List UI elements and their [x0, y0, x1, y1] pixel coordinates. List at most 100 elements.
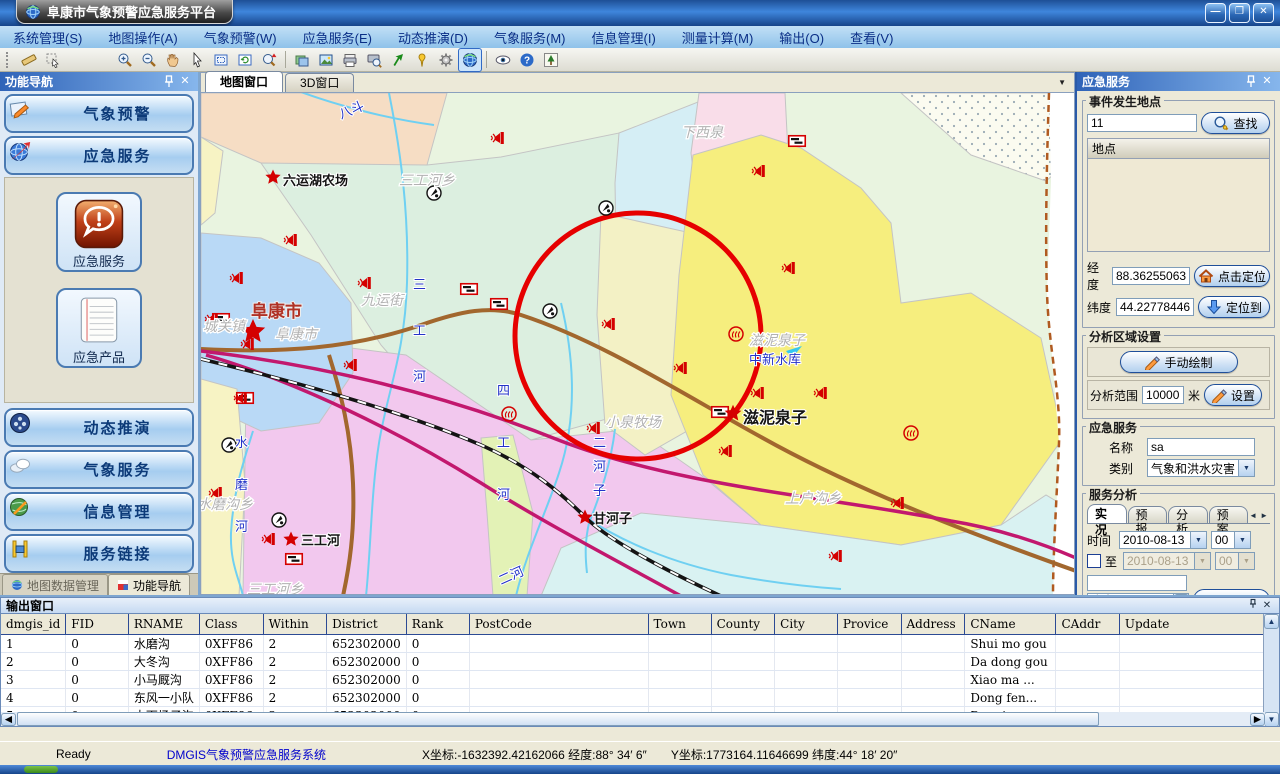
menu-item[interactable]: 查看(V)	[837, 28, 906, 47]
right-panel-pin-icon[interactable]	[1243, 74, 1259, 89]
restore-button[interactable]: ❐	[1229, 3, 1250, 23]
chevron-down-icon[interactable]: ▼	[1234, 532, 1250, 548]
longitude-input[interactable]	[1112, 267, 1190, 285]
table-horizontal-scrollbar[interactable]: ◄ ►	[1, 712, 1265, 726]
print-icon[interactable]	[338, 48, 362, 72]
warning-flag-icon[interactable]	[491, 299, 508, 310]
manual-draw-button[interactable]: 手动绘制	[1120, 351, 1238, 373]
column-header-County[interactable]: County	[711, 614, 775, 635]
column-header-Rank[interactable]: Rank	[406, 614, 469, 635]
refresh-icon[interactable]	[233, 48, 257, 72]
select-box-2-icon[interactable]	[65, 48, 89, 72]
hour-select[interactable]: 00▼	[1211, 531, 1251, 549]
scroll-up-icon[interactable]: ▲	[1264, 614, 1279, 629]
column-header-RNAME[interactable]: RNAME	[128, 614, 199, 635]
scroll-down-icon[interactable]: ▼	[1264, 712, 1279, 727]
analysis-tab-分析[interactable]: 分析	[1168, 506, 1208, 523]
scroll-right-icon[interactable]: ►	[1250, 713, 1265, 726]
table-vertical-scrollbar[interactable]: ▲ ▼	[1263, 614, 1279, 727]
menu-item[interactable]: 动态推演(D)	[385, 28, 481, 47]
menu-item[interactable]: 地图操作(A)	[95, 28, 190, 47]
left-tab-地图数据管理[interactable]: 地图数据管理	[2, 574, 108, 595]
column-header-District[interactable]: District	[327, 614, 407, 635]
output-close-icon[interactable]: ✕	[1260, 600, 1274, 611]
column-header-dmgis_id[interactable]: dmgis_id	[1, 614, 66, 635]
shortcut-应急产品[interactable]: 应急产品	[56, 288, 142, 368]
pan-icon[interactable]	[161, 48, 185, 72]
column-header-Town[interactable]: Town	[648, 614, 711, 635]
column-header-Address[interactable]: Address	[901, 614, 965, 635]
toolbar-grip[interactable]	[6, 52, 13, 68]
menu-item[interactable]: 输出(O)	[766, 28, 837, 47]
station-symbol-icon[interactable]	[543, 304, 557, 318]
menu-item[interactable]: 系统管理(S)	[0, 28, 95, 47]
close-button[interactable]: ✕	[1253, 3, 1274, 23]
tab-map-window[interactable]: 地图窗口	[205, 71, 283, 92]
table-row[interactable]: 40东风一小队0XFF8626523020000Dong fen...	[1, 689, 1279, 707]
analysis-tab-预报[interactable]: 预报	[1128, 506, 1168, 523]
column-header-CName[interactable]: CName	[965, 614, 1056, 635]
chevron-down-icon[interactable]: ▼	[1190, 532, 1206, 548]
globe-icon[interactable]	[458, 48, 482, 72]
left-panel-pin-icon[interactable]	[161, 74, 177, 89]
select-box-3-icon[interactable]	[89, 48, 113, 72]
analysis-range-input[interactable]	[1142, 386, 1184, 404]
column-header-City[interactable]: City	[775, 614, 838, 635]
shortcut-应急服务[interactable]: 应急服务	[56, 192, 142, 272]
analysis-tab-预案[interactable]: 预案	[1209, 506, 1249, 523]
measure-icon[interactable]	[17, 48, 41, 72]
station-symbol-icon[interactable]	[272, 513, 286, 527]
nav-group-服务链接[interactable]: 服务链接	[4, 534, 194, 573]
right-panel-close-icon[interactable]: ✕	[1259, 74, 1275, 89]
set-range-button[interactable]: 设置	[1204, 384, 1262, 406]
search-button[interactable]: 查找	[1201, 112, 1270, 134]
image-export-icon[interactable]	[314, 48, 338, 72]
column-header-Within[interactable]: Within	[263, 614, 326, 635]
left-panel-close-icon[interactable]: ✕	[177, 74, 193, 89]
help-icon[interactable]	[515, 48, 539, 72]
scroll-left-icon[interactable]: ◄	[1249, 511, 1257, 520]
location-search-input[interactable]	[1087, 114, 1197, 132]
analysis-tab-实况[interactable]: 实况	[1087, 504, 1127, 523]
goto-location-button[interactable]: 定位到	[1198, 296, 1270, 318]
zoom-out-icon[interactable]	[137, 48, 161, 72]
table-row[interactable]: 10水磨沟0XFF8626523020000Shui mo gou	[1, 635, 1279, 653]
menu-item[interactable]: 应急服务(E)	[290, 28, 385, 47]
latitude-input[interactable]	[1116, 298, 1194, 316]
zoom-search-icon[interactable]	[257, 48, 281, 72]
minimize-button[interactable]: —	[1205, 3, 1226, 23]
scroll-right-icon[interactable]: ►	[1260, 511, 1268, 520]
scrollbar-thumb[interactable]	[17, 712, 1099, 726]
nav-group-应急服务[interactable]: 应急服务	[4, 136, 194, 175]
station-symbol-icon[interactable]	[599, 201, 613, 215]
menu-item[interactable]: 气象服务(M)	[481, 28, 579, 47]
warning-flag-icon[interactable]	[461, 284, 478, 295]
to-date-checkbox[interactable]	[1087, 554, 1101, 568]
column-header-Provice[interactable]: Provice	[837, 614, 901, 635]
eye-icon[interactable]	[491, 48, 515, 72]
station-symbol-icon[interactable]	[427, 186, 441, 200]
nav-group-气象预警[interactable]: 气象预警	[4, 94, 194, 133]
select-box-icon[interactable]	[41, 48, 65, 72]
analysis-selected-box[interactable]	[1087, 575, 1187, 591]
tree-icon[interactable]	[539, 48, 563, 72]
full-extent-icon[interactable]	[209, 48, 233, 72]
zoom-in-icon[interactable]	[113, 48, 137, 72]
map-tab-overflow-button[interactable]: ▼	[1058, 78, 1066, 87]
layers-icon[interactable]	[290, 48, 314, 72]
service-name-input[interactable]	[1147, 438, 1255, 456]
nav-group-信息管理[interactable]: 信息管理	[4, 492, 194, 531]
pin-icon[interactable]	[410, 48, 434, 72]
pointer-icon[interactable]	[185, 48, 209, 72]
green-arrow-icon[interactable]	[386, 48, 410, 72]
scroll-left-icon[interactable]: ◄	[1, 713, 16, 726]
column-header-Class[interactable]: Class	[199, 614, 263, 635]
settings-icon[interactable]	[434, 48, 458, 72]
tab-3d-window[interactable]: 3D窗口	[285, 73, 354, 92]
warning-flag-icon[interactable]	[712, 407, 729, 418]
map-canvas[interactable]: 八斗六运湖农场三工河乡下西泉九运街阜康市城关镇阜康市滋泥泉子中新水库滋泥泉子小泉…	[200, 92, 1075, 595]
click-locate-button[interactable]: 点击定位	[1194, 265, 1270, 287]
menu-item[interactable]: 气象预警(W)	[191, 28, 290, 47]
warning-flag-icon[interactable]	[286, 554, 303, 565]
location-list-header[interactable]: 地点	[1087, 138, 1270, 159]
